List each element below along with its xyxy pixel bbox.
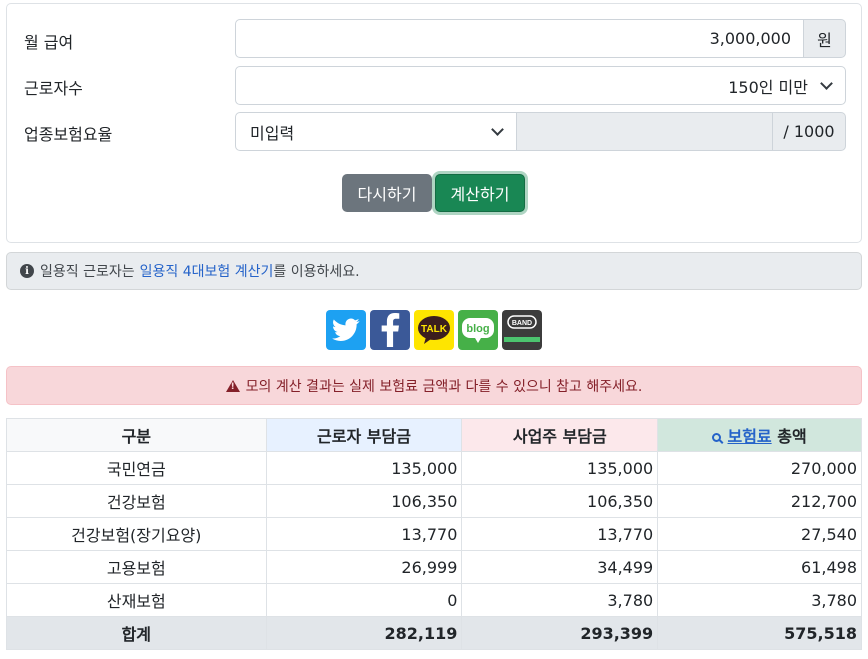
row-employee: 135,000 — [265, 451, 463, 485]
row-employee: 106,350 — [265, 484, 463, 518]
industry-rate-label: 업종보험요율 — [24, 125, 113, 144]
kakaotalk-share-button[interactable]: TALK — [414, 310, 454, 350]
band-label: BAND — [512, 320, 532, 327]
row-name: 건강보험(장기요양) — [6, 517, 267, 551]
total-employer: 293,399 — [461, 616, 659, 650]
twitter-icon — [332, 318, 360, 341]
salary-unit: 원 — [804, 19, 846, 58]
row-employer: 106,350 — [461, 484, 659, 518]
salary-input-group: 3,000,000 원 — [235, 19, 846, 58]
industry-select[interactable]: 미입력 — [235, 112, 517, 151]
blog-icon: blog — [462, 318, 494, 343]
reset-button[interactable]: 다시하기 — [342, 174, 432, 212]
row-employee: 26,999 — [265, 550, 463, 584]
total-total: 575,518 — [657, 616, 862, 650]
warning-text: 모의 계산 결과는 실제 보험료 금액과 다를 수 있으니 참고 해주세요. — [245, 378, 643, 395]
header-total: 보험료 총액 — [657, 418, 862, 452]
total-name: 합계 — [6, 616, 267, 650]
row-employer: 135,000 — [461, 451, 659, 485]
share-buttons: TALK blog BAND — [326, 310, 542, 350]
row-name: 산재보험 — [6, 583, 267, 617]
header-employer: 사업주 부담금 — [461, 418, 659, 452]
chevron-down-icon — [820, 76, 833, 90]
info-prefix: 일용직 근로자는 — [40, 264, 135, 280]
facebook-share-button[interactable] — [370, 310, 410, 350]
table-row: 국민연금 135,000 135,000 270,000 — [6, 451, 862, 485]
row-employer: 13,770 — [461, 517, 659, 551]
header-employee: 근로자 부담금 — [265, 418, 463, 452]
table-row: 산재보험 0 3,780 3,780 — [6, 583, 862, 617]
calculator-form-card: 월 급여 3,000,000 원 근로자수 150인 미만 업종보험요율 미입력… — [6, 3, 862, 243]
workers-label: 근로자수 — [24, 79, 83, 98]
warning-icon: ! — [225, 379, 240, 392]
twitter-share-button[interactable] — [326, 310, 366, 350]
row-name: 건강보험 — [6, 484, 267, 518]
industry-rate-input[interactable] — [517, 112, 773, 151]
row-total: 3,780 — [657, 583, 862, 617]
band-icon: BAND — [504, 315, 540, 342]
info-suffix: 를 이용하세요. — [273, 264, 360, 280]
calculate-button[interactable]: 계산하기 — [435, 174, 525, 212]
industry-rate-unit: / 1000 — [773, 112, 846, 151]
blog-share-button[interactable]: blog — [458, 310, 498, 350]
table-row: 고용보험 26,999 34,499 61,498 — [6, 550, 862, 584]
table-row: 건강보험 106,350 106,350 212,700 — [6, 484, 862, 518]
premium-link[interactable]: 보험료 — [727, 427, 771, 446]
row-total: 61,498 — [657, 550, 862, 584]
total-employee: 282,119 — [265, 616, 463, 650]
table-header-row: 구분 근로자 부담금 사업주 부담금 보험료 총액 — [6, 418, 862, 452]
table-row: 건강보험(장기요양) 13,770 13,770 27,540 — [6, 517, 862, 551]
header-total-suffix: 총액 — [777, 427, 807, 446]
workers-select-value: 150인 미만 — [728, 77, 808, 97]
facebook-icon — [381, 313, 400, 347]
row-name: 고용보험 — [6, 550, 267, 584]
header-category: 구분 — [6, 418, 267, 452]
workers-select[interactable]: 150인 미만 — [235, 66, 846, 105]
row-total: 27,540 — [657, 517, 862, 551]
kakaotalk-icon: TALK — [418, 316, 450, 344]
industry-rate-group: 미입력 / 1000 — [235, 112, 846, 151]
warning-alert: ! 모의 계산 결과는 실제 보험료 금액과 다를 수 있으니 참고 해주세요. — [6, 366, 862, 405]
info-icon: i — [20, 264, 34, 278]
chevron-down-icon — [491, 122, 504, 136]
row-employer: 34,499 — [461, 550, 659, 584]
info-notice: i 일용직 근로자는 일용직 4대보험 계산기 를 이용하세요. — [6, 252, 862, 290]
daily-worker-calculator-link[interactable]: 일용직 4대보험 계산기 — [140, 261, 274, 281]
row-total: 212,700 — [657, 484, 862, 518]
row-name: 국민연금 — [6, 451, 267, 485]
row-total: 270,000 — [657, 451, 862, 485]
blog-label: blog — [466, 323, 489, 335]
table-total-row: 합계 282,119 293,399 575,518 — [6, 616, 862, 650]
salary-input[interactable]: 3,000,000 — [235, 19, 804, 58]
industry-select-value: 미입력 — [250, 123, 295, 143]
row-employee: 0 — [265, 583, 463, 617]
band-share-button[interactable]: BAND — [502, 310, 542, 350]
search-icon — [712, 433, 722, 442]
insurance-result-table: 구분 근로자 부담금 사업주 부담금 보험료 총액 국민연금 135,000 1… — [6, 418, 862, 650]
row-employee: 13,770 — [265, 517, 463, 551]
salary-label: 월 급여 — [24, 33, 74, 52]
kakaotalk-label: TALK — [421, 324, 448, 335]
row-employer: 3,780 — [461, 583, 659, 617]
